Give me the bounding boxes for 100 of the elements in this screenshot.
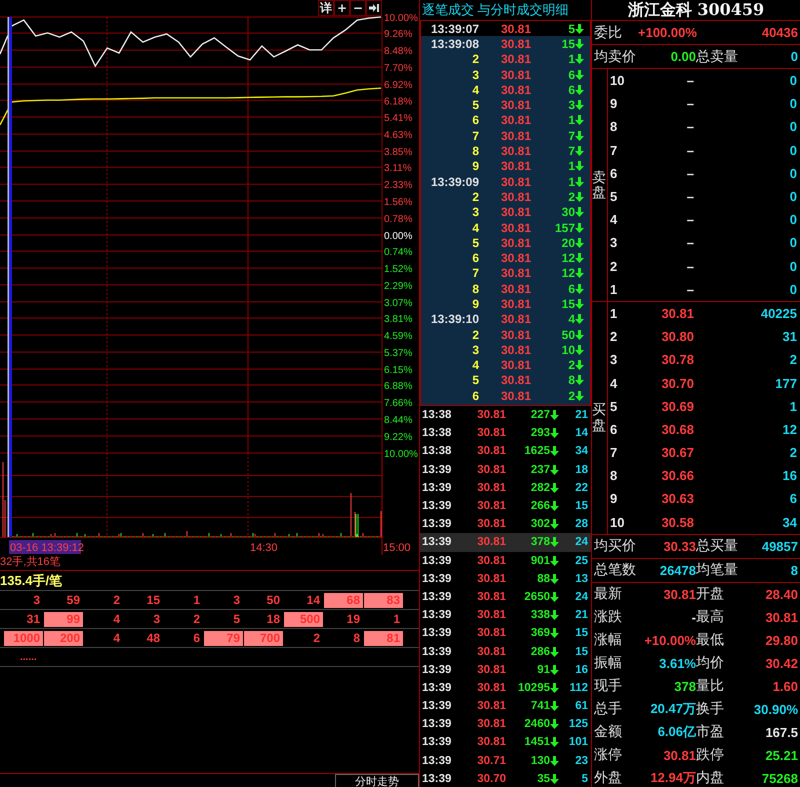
level-volume: 1: [788, 398, 797, 414]
minute-time: 13:39: [422, 772, 452, 785]
level-volume: 0: [788, 73, 797, 88]
minute-volume: 88: [536, 572, 550, 585]
order-queue-cell: 200: [44, 630, 83, 646]
field-label: 总卖量: [696, 48, 739, 66]
order-queue-cell-text: 18: [266, 612, 281, 626]
minute-time: 13:39: [422, 609, 452, 622]
level-price: –: [686, 235, 694, 250]
axis-label: 6.88%: [384, 380, 412, 392]
level-price: –: [686, 142, 694, 158]
order-queue-cell-text: 2: [312, 630, 321, 646]
minute-price: 30.81: [476, 682, 506, 694]
level-number: 9: [609, 491, 618, 506]
tick-time: 13:39:10: [430, 312, 479, 326]
axis-label: 0.74%: [384, 247, 412, 258]
trade-count: 18: [574, 464, 588, 476]
tick-volume: 8: [567, 373, 575, 388]
field-value: 30.90%: [752, 702, 798, 717]
minute-time: 13:39: [422, 554, 452, 567]
tick-price: 30.81: [500, 174, 531, 189]
minute-volume: 2460: [523, 718, 550, 730]
level-volume: 177: [774, 376, 797, 391]
trade-count: 23: [574, 754, 588, 767]
minute-time: 13:39: [422, 500, 452, 512]
tick-price: 30.81: [500, 36, 531, 51]
tick-sequence: 6: [471, 388, 479, 403]
order-queue-cell-text: 5: [232, 612, 241, 626]
order-queue-cell-text: 3: [152, 612, 161, 626]
field-label: 涨幅: [594, 631, 623, 650]
axis-label: 6.92%: [384, 80, 412, 92]
tick-price: 30.81: [500, 98, 531, 112]
minute-time: 13:39: [422, 536, 452, 548]
level-volume: 2: [788, 445, 797, 460]
level-volume: 16: [782, 468, 797, 484]
field-label: 现手: [594, 677, 623, 696]
tick-volume: 30: [560, 205, 575, 220]
trade-count: 15: [574, 500, 588, 512]
axis-label: 3.11%: [384, 163, 412, 174]
minute-price: 30.81: [476, 500, 506, 512]
order-queue-cell: 83: [364, 592, 403, 608]
tick-volume: 2: [567, 190, 575, 204]
minute-volume: 2650: [523, 590, 550, 603]
field-value: 30.33: [662, 538, 696, 554]
tick-volume: 1: [567, 113, 575, 128]
minute-price: 30.81: [476, 700, 506, 712]
minute-volume: 91: [536, 664, 550, 676]
minute-volume: 741: [530, 700, 550, 712]
field-label: 涨停: [594, 746, 623, 764]
trade-count: 16: [574, 664, 588, 676]
field-label: 涨跌: [594, 608, 623, 626]
field-label: 最高: [696, 608, 725, 626]
tick-time: 13:39:09: [430, 174, 479, 189]
field-label: 均价: [696, 654, 725, 672]
axis-label: 9.22%: [384, 432, 412, 443]
order-queue-cell-text: 15: [146, 592, 161, 608]
field-value: 0.00: [670, 49, 696, 64]
order-queue-cell-text: 14: [306, 592, 321, 608]
axis-label: 1.52%: [384, 264, 412, 276]
level-number: 9: [609, 96, 618, 112]
minute-volume: 237: [530, 464, 550, 476]
field-value: 30.42: [764, 656, 798, 671]
level-volume: 2: [788, 352, 797, 368]
field-label: 最低: [696, 631, 725, 650]
minute-volume: 10295: [517, 682, 550, 694]
trade-count: 15: [574, 646, 588, 658]
tick-sequence: 5: [471, 236, 479, 250]
minute-volume: 130: [530, 754, 550, 767]
minute-volume: 35: [536, 772, 550, 785]
minute-volume: 1451: [523, 736, 550, 748]
average-lot-text: 135.4手/笔: [0, 571, 419, 591]
minute-time: 13:39: [422, 736, 452, 748]
level-price: 30.66: [660, 468, 694, 484]
level-price: –: [686, 258, 694, 274]
axis-label: 6.15%: [384, 365, 412, 376]
minute-volume: 378: [530, 536, 550, 548]
order-queue-cell: 500: [284, 612, 323, 626]
order-queue-cell-text: 48: [146, 630, 161, 646]
field-label: 市盈: [696, 723, 725, 742]
order-queue-cell-text: 3: [32, 592, 41, 608]
tick-volume: 12: [560, 251, 575, 266]
axis-label: 3.81%: [384, 314, 412, 326]
tick-volume: 7: [567, 128, 575, 143]
field-label: 总买量: [696, 537, 739, 556]
order-queue-cell-text: 1: [192, 592, 201, 608]
minute-time: 13:39: [422, 518, 452, 530]
field-value: 49857: [760, 538, 798, 554]
level-volume: 34: [782, 514, 797, 530]
minute-volume: 227: [530, 409, 550, 422]
tick-price: 30.81: [500, 282, 531, 296]
tick-price: 30.81: [500, 22, 531, 36]
level-volume: 0: [788, 119, 797, 134]
field-value: 0: [790, 49, 798, 64]
minute-price: 30.81: [476, 518, 506, 530]
minute-price: 30.81: [476, 646, 506, 658]
minute-time: 13:38: [422, 427, 452, 440]
minute-time: 13:38: [422, 409, 452, 422]
tick-price: 30.81: [500, 388, 531, 403]
tick-price: 30.81: [500, 205, 531, 220]
axis-label: 4.59%: [384, 331, 412, 342]
